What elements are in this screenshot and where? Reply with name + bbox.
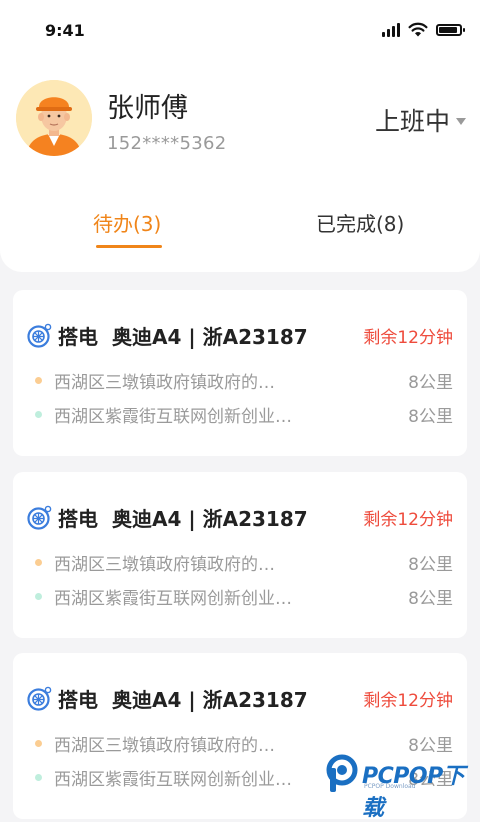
service-type: 搭电 (58, 687, 98, 712)
remaining-time: 剩余12分钟 (363, 690, 453, 711)
watermark-logo-icon (326, 754, 358, 792)
tire-icon (27, 323, 52, 348)
driver-phone: 152****5362 (107, 133, 227, 154)
order-card[interactable]: 搭电 奥迪A4 | 浙A23187 剩余12分钟 西湖区三墩镇政府镇政府的… 8… (13, 290, 467, 456)
start-distance: 8公里 (408, 554, 453, 575)
start-route: 西湖区三墩镇政府镇政府的… 8公里 (35, 550, 453, 575)
end-distance: 8公里 (408, 406, 453, 427)
service-type: 搭电 (58, 506, 98, 531)
tab-completed[interactable]: 已完成(8) (316, 208, 404, 237)
start-route: 西湖区三墩镇政府镇政府的… 8公里 (35, 368, 453, 393)
start-address: 西湖区三墩镇政府镇政府的… (54, 554, 275, 575)
order-card[interactable]: 搭电 奥迪A4 | 浙A23187 剩余12分钟 西湖区三墩镇政府镇政府的… 8… (13, 472, 467, 638)
watermark-text: PCPOP下载 (362, 764, 465, 821)
end-distance: 8公里 (408, 588, 453, 609)
end-route: 西湖区紫霞街互联网创新创业… 8公里 (35, 402, 453, 427)
end-address: 西湖区紫霞街互联网创新创业… (54, 588, 292, 609)
watermark: PCPOP下载 PCPOP Download (326, 752, 476, 821)
start-dot-icon (35, 376, 42, 384)
order-tabs: 待办(3) 已完成(8) (0, 198, 480, 258)
tire-icon (27, 686, 52, 711)
work-status-dropdown[interactable]: 上班中 (375, 102, 466, 138)
remaining-time: 剩余12分钟 (363, 509, 453, 530)
end-address: 西湖区紫霞街互联网创新创业… (54, 406, 292, 427)
car-info: 奥迪A4 | 浙A23187 (112, 506, 308, 531)
start-address: 西湖区三墩镇政府镇政府的… (54, 735, 275, 756)
start-distance: 8公里 (408, 372, 453, 393)
car-info: 奥迪A4 | 浙A23187 (112, 687, 308, 712)
end-address: 西湖区紫霞街互联网创新创业… (54, 769, 292, 790)
end-dot-icon (35, 592, 42, 600)
end-dot-icon (35, 410, 42, 418)
active-tab-indicator (96, 245, 162, 248)
driver-name: 张师傅 (107, 93, 188, 124)
start-address: 西湖区三墩镇政府镇政府的… (54, 372, 275, 393)
caret-down-icon (456, 117, 466, 125)
battery-icon (436, 23, 465, 36)
end-dot-icon (35, 773, 42, 781)
start-dot-icon (35, 739, 42, 747)
tire-icon (27, 505, 52, 530)
start-dot-icon (35, 558, 42, 566)
service-type: 搭电 (58, 324, 98, 349)
remaining-time: 剩余12分钟 (363, 327, 453, 348)
status-time: 9:41 (45, 21, 85, 40)
work-status-label: 上班中 (374, 107, 450, 136)
profile-header: 9:41 张师傅 152****5362 上班中 待办(3) 已完成(8) (0, 0, 480, 272)
status-bar: 9:41 (0, 0, 480, 62)
wifi-icon (408, 22, 428, 37)
end-route: 西湖区紫霞街互联网创新创业… 8公里 (35, 584, 453, 609)
car-info: 奥迪A4 | 浙A23187 (112, 324, 308, 349)
avatar[interactable] (16, 80, 92, 156)
signal-icon (382, 22, 400, 37)
status-icons (382, 22, 465, 37)
tab-pending[interactable]: 待办(3) (93, 208, 161, 237)
watermark-subtext: PCPOP Download (364, 783, 416, 790)
